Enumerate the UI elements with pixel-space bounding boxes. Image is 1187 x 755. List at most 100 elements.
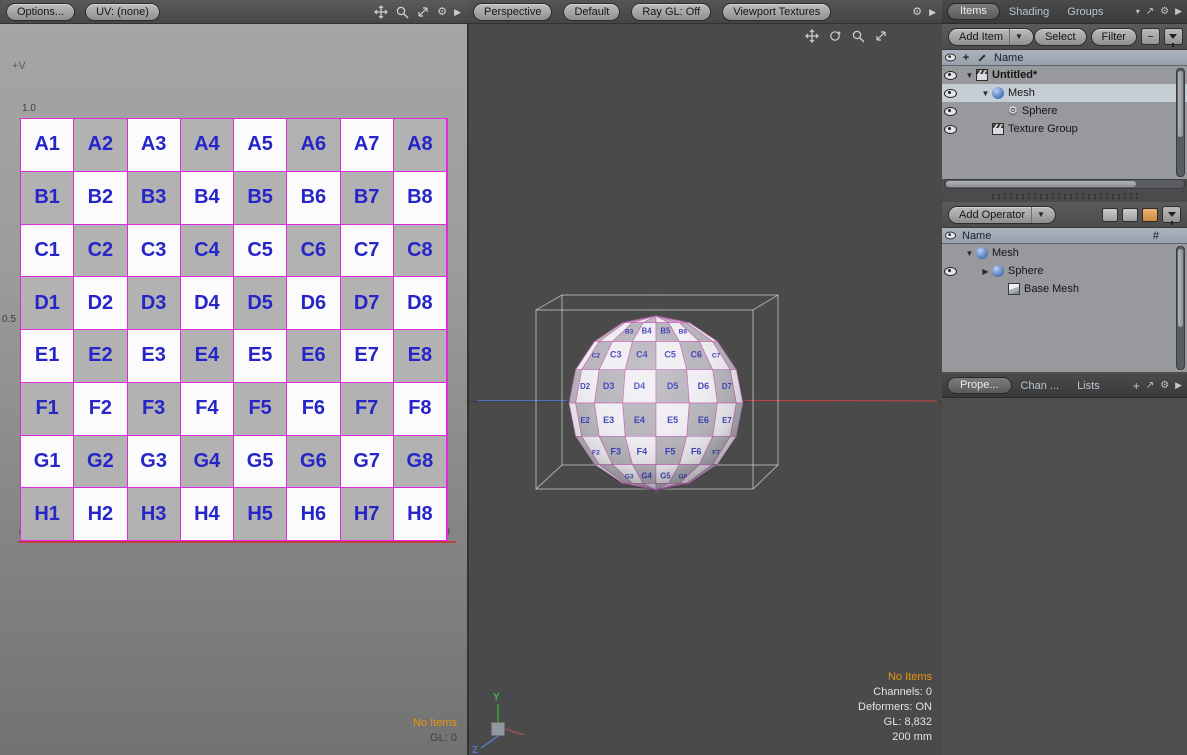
item-row-base-mesh[interactable]: Base Mesh [942,280,1187,298]
zoom-icon[interactable] [851,29,865,43]
pan-icon[interactable] [805,29,819,43]
uv-cell-C7: C7 [341,225,394,278]
item-row-sphere[interactable]: ▶Sphere [942,262,1187,280]
uv-cell-F8: F8 [394,383,447,436]
view-mode-tree-button[interactable] [1122,208,1138,222]
name-column-header[interactable]: Name [958,230,991,242]
collapse-all-button[interactable]: − [1141,28,1160,45]
mesh-icon [992,265,1004,277]
item-row-sphere[interactable]: ⚙Sphere [942,102,1187,120]
item-row-untitled-[interactable]: ▼Untitled* [942,66,1187,84]
scrollbar-thumb[interactable] [1178,249,1183,327]
uv-cell-B2: B2 [74,172,127,225]
visibility-eye-icon[interactable] [944,267,957,276]
pan-icon[interactable] [374,5,388,19]
uv-cell-D2: D2 [74,277,127,330]
add-operator-button[interactable]: Add Operator ▼ [948,206,1056,224]
viewport-textures-button[interactable]: Viewport Textures [722,3,831,21]
visibility-eye-icon[interactable] [944,89,957,98]
svg-text:C4: C4 [636,350,648,360]
scrollbar-thumb[interactable] [946,181,1136,187]
maximize-icon[interactable] [416,5,430,19]
visibility-eye-icon[interactable] [944,71,957,80]
right-side-panel: Items Shading Groups ▾ ↗ ⚙ ▶ Add Item ▼ … [942,0,1187,755]
tab-groups[interactable]: Groups [1058,6,1112,18]
uv-cell-G5: G5 [234,436,287,489]
visibility-eye-icon[interactable] [944,107,957,116]
svg-text:F5: F5 [665,446,676,456]
chevron-down-icon[interactable]: ▾ [1136,7,1140,16]
raygl-button[interactable]: Ray GL: Off [631,3,711,21]
item-label: Texture Group [1008,123,1078,135]
item-row-texture-group[interactable]: Texture Group [942,120,1187,138]
mesh-ops-scrollbar[interactable] [1176,246,1185,370]
viewport-3d-panel[interactable]: Perspective Default Ray GL: Off Viewport… [467,0,944,755]
view-mode-ops-button[interactable] [1142,208,1158,222]
uv-cell-A6: A6 [287,119,340,172]
maximize-icon[interactable] [874,29,888,43]
svg-text:B5: B5 [660,327,671,336]
filter-button[interactable]: Filter [1091,28,1137,46]
item-list-scrollbar[interactable] [1176,68,1185,177]
uv-checker-grid[interactable]: A1A2A3A4A5A6A7A8B1B2B3B4B5B6B7B8C1C2C3C4… [20,118,448,542]
brush-column-icon [978,54,985,61]
filter-funnel-button[interactable] [1164,28,1183,45]
expander-icon[interactable]: ▶ [980,267,991,276]
expander-icon[interactable]: ▼ [964,71,975,80]
gear-icon[interactable]: ⚙ [912,5,922,19]
item-list-hscrollbar[interactable] [944,179,1185,189]
gear-icon[interactable]: ⚙ [1160,6,1169,17]
filter-funnel-button[interactable] [1162,206,1181,223]
svg-text:F2: F2 [592,449,600,456]
gear-icon[interactable]: ⚙ [437,5,447,19]
uv-cell-F7: F7 [341,383,394,436]
tab-properties[interactable]: Prope... [947,377,1012,394]
uv-map-selector-button[interactable]: UV: (none) [85,3,160,21]
panel-expand-icon[interactable]: ▶ [454,5,461,19]
tab-items[interactable]: Items [947,3,1000,20]
uv-gl-count: GL: 0 [413,731,457,746]
zoom-icon[interactable] [395,5,409,19]
chevron-down-icon[interactable]: ▼ [1031,207,1045,223]
chevron-down-icon[interactable]: ▼ [1009,29,1023,45]
svg-text:F7: F7 [712,449,720,456]
viewport-overlay: B3B4B5B6C2C3C4C5C6C7D2D3D4D5D6D7E2E3E4E5… [467,0,942,755]
shading-mode-button[interactable]: Default [563,3,620,21]
panel-splitter[interactable] [942,190,1187,202]
uv-cell-E7: E7 [341,330,394,383]
add-tab-icon[interactable]: + [1133,379,1140,393]
expander-icon[interactable]: ▼ [964,249,975,258]
v-axis-label: +V [12,60,26,72]
orbit-icon[interactable] [828,29,842,43]
item-label: Base Mesh [1024,283,1079,295]
panel-expand-icon[interactable]: ▶ [1175,6,1182,17]
add-item-button[interactable]: Add Item ▼ [948,28,1034,46]
textured-sphere[interactable]: B3B4B5B6C2C3C4C5C6C7D2D3D4D5D6D7E2E3E4E5… [569,316,743,490]
tab-lists[interactable]: Lists [1068,380,1109,392]
options-button[interactable]: Options... [6,3,75,21]
scrollbar-thumb[interactable] [1178,71,1183,137]
popout-icon[interactable]: ↗ [1146,380,1154,391]
name-column-header[interactable]: Name [990,52,1023,64]
tab-channels[interactable]: Chan ... [1012,380,1069,392]
uv-cell-A4: A4 [181,119,234,172]
view-mode-list-button[interactable] [1102,208,1118,222]
item-row-mesh[interactable]: ▼Mesh [942,84,1187,102]
panel-expand-icon[interactable]: ▶ [1175,380,1182,391]
u-axis-line [18,541,456,543]
svg-text:E6: E6 [698,415,709,425]
gear-icon[interactable]: ⚙ [1160,380,1169,391]
expander-icon[interactable]: ▼ [980,89,991,98]
item-row-mesh[interactable]: ▼Mesh [942,244,1187,262]
popout-icon[interactable]: ↗ [1146,6,1154,17]
svg-text:E2: E2 [580,416,590,425]
svg-text:G4: G4 [641,471,652,480]
uv-cell-D6: D6 [287,277,340,330]
mesh-ops-header: Name # [942,228,1187,244]
tab-shading[interactable]: Shading [1000,6,1058,18]
panel-expand-icon[interactable]: ▶ [929,5,936,19]
camera-mode-button[interactable]: Perspective [473,3,552,21]
visibility-eye-icon[interactable] [944,125,957,134]
uv-cell-C4: C4 [181,225,234,278]
select-button[interactable]: Select [1034,28,1087,46]
